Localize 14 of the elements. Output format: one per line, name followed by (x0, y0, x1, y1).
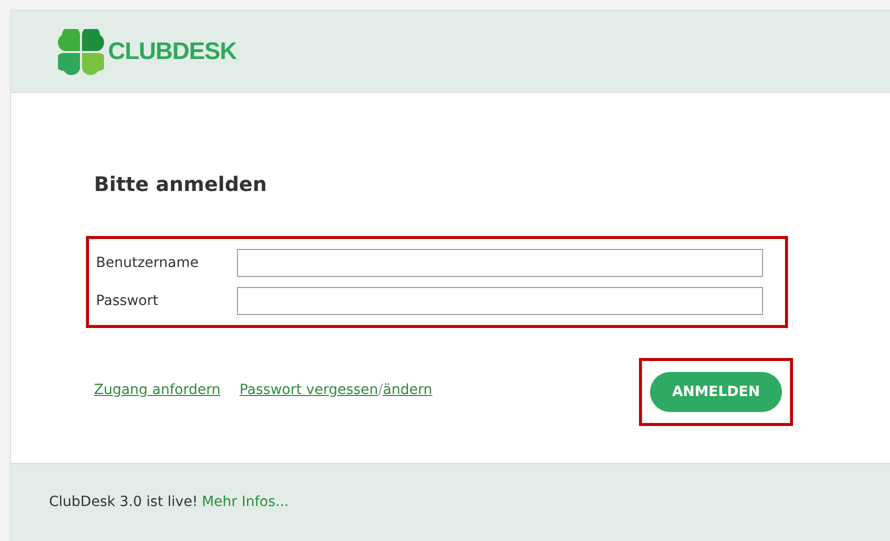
request-access-link[interactable]: Zugang anfordern (94, 380, 220, 401)
forgot-password-link[interactable]: Passwort vergessen (239, 380, 378, 401)
login-button[interactable]: ANMELDEN (650, 372, 782, 412)
page-heading: Bitte anmelden (94, 171, 268, 197)
logo-text: CLUBDESK (108, 36, 237, 66)
field-label: Benutzername (96, 254, 200, 272)
more-info-link[interactable]: Mehr Infos... (202, 492, 289, 512)
field-label: Passwort (96, 292, 160, 310)
change-password-link[interactable]: ändern (382, 380, 432, 401)
text-field[interactable] (237, 249, 763, 277)
announcement-text: ClubDesk 3.0 ist live! (49, 492, 198, 512)
clover-logo-icon (58, 28, 104, 74)
link-separator: / (378, 381, 383, 400)
text-field[interactable] (237, 287, 763, 315)
